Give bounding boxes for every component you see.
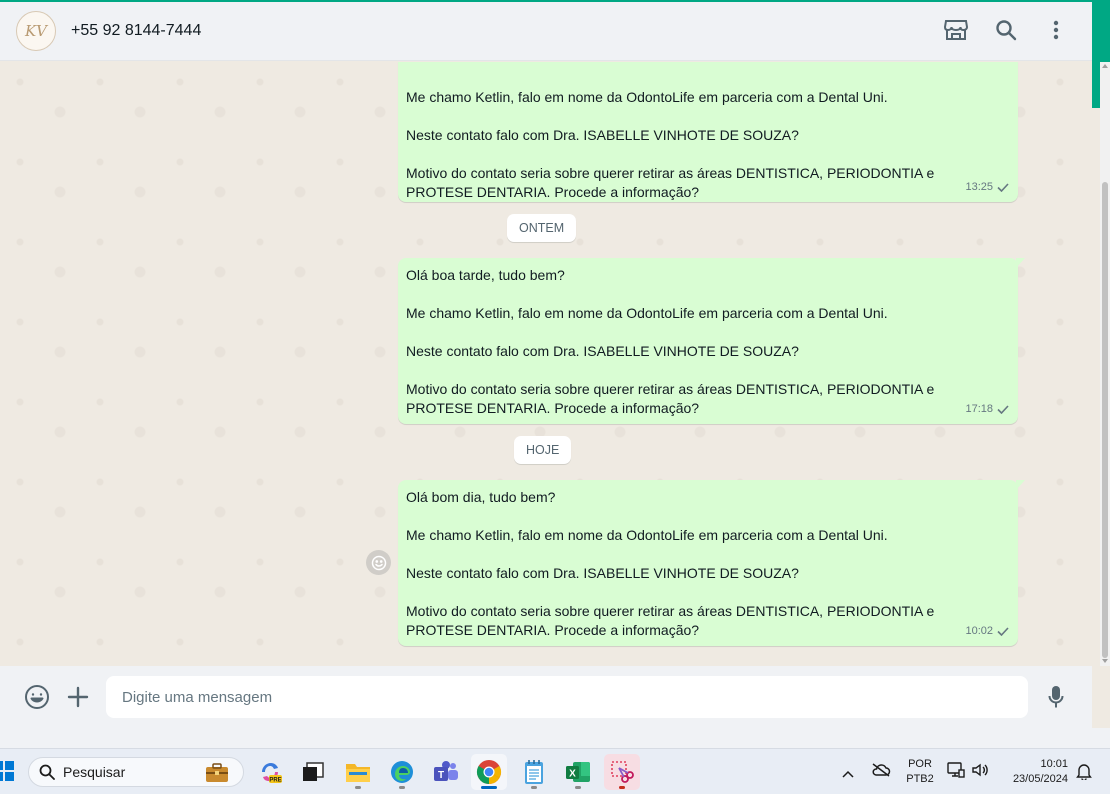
svg-text:T: T [438, 770, 444, 781]
notepad-icon[interactable] [516, 754, 552, 790]
chrome-icon[interactable] [471, 754, 507, 790]
bubble-tail [1016, 258, 1025, 268]
contact-name[interactable]: +55 92 8144-7444 [71, 22, 201, 40]
message-meta: 17:18 [965, 400, 1009, 419]
bubble-tail [1016, 480, 1025, 490]
message-meta: 10:02 [965, 622, 1009, 641]
chat-area[interactable]: Me chamo Ketlin, falo em nome da OdontoL… [0, 62, 1092, 666]
message-composer [0, 666, 1092, 728]
taskbar-search[interactable]: Pesquisar [28, 757, 244, 787]
sent-check-icon [997, 627, 1009, 636]
app-running-indicator [531, 786, 537, 789]
message-line: Motivo do contato seria sobre querer ret… [406, 381, 935, 416]
date-separator: ONTEM [507, 214, 577, 242]
app-running-indicator [399, 786, 405, 789]
chat-scrollbar[interactable] [1100, 62, 1110, 666]
message-line: Me chamo Ketlin, falo em nome da OdontoL… [406, 305, 888, 321]
svg-text:X: X [569, 769, 576, 780]
chat-header: KV +55 92 8144-7444 [0, 2, 1092, 61]
windows-taskbar: Pesquisar PRE T X POR PTB2 10:01 23/05/2… [0, 748, 1110, 794]
outgoing-message[interactable]: Me chamo Ketlin, falo em nome da OdontoL… [398, 62, 1018, 202]
scrollbar-thumb[interactable] [1102, 182, 1108, 658]
outgoing-message[interactable]: Olá boa tarde, tudo bem? Me chamo Ketlin… [398, 258, 1025, 424]
store-icon[interactable] [942, 16, 970, 44]
message-line: Neste contato falo com Dra. ISABELLE VIN… [406, 565, 799, 581]
network-icon[interactable] [947, 762, 965, 783]
edge-browser-icon[interactable] [384, 754, 420, 790]
message-line: Me chamo Ketlin, falo em nome da OdontoL… [406, 527, 888, 543]
message-time: 17:18 [965, 403, 993, 415]
keyboard-language[interactable]: POR PTB2 [905, 757, 935, 787]
message-line: Olá boa tarde, tudo bem? [406, 267, 565, 283]
message-line: Motivo do contato seria sobre querer ret… [406, 603, 935, 638]
sent-check-icon [997, 183, 1009, 192]
message-time: 10:02 [965, 625, 993, 637]
taskbar-search-label: Pesquisar [63, 764, 126, 780]
teams-icon[interactable]: T [428, 754, 464, 790]
taskbar-clock[interactable]: 10:01 23/05/2024 [1000, 757, 1070, 787]
excel-icon[interactable]: X [560, 754, 596, 790]
copilot-icon[interactable]: PRE [252, 754, 288, 790]
tray-expand-chevron-icon[interactable] [842, 765, 854, 783]
notification-bell-icon[interactable] [1076, 762, 1092, 785]
message-meta: 13:25 [965, 178, 1009, 197]
menu-dots-icon[interactable] [1042, 16, 1070, 44]
search-icon[interactable] [992, 16, 1020, 44]
emoji-icon[interactable] [22, 682, 52, 712]
app-running-indicator [575, 786, 581, 789]
scroll-up-arrow-icon[interactable] [1102, 64, 1108, 68]
keyboard-layout: PTB2 [906, 773, 934, 785]
avatar-initials: KV [24, 22, 48, 40]
onedrive-offline-icon[interactable] [871, 762, 891, 783]
message-line: Olá bom dia, tudo bem? [406, 489, 556, 505]
svg-text:PRE: PRE [269, 778, 281, 784]
windows-start-icon[interactable] [0, 761, 14, 781]
microphone-icon[interactable] [1041, 682, 1071, 712]
message-line: Me chamo Ketlin, falo em nome da OdontoL… [406, 89, 888, 105]
message-line: Motivo do contato seria sobre querer ret… [406, 165, 935, 200]
outgoing-message[interactable]: Olá bom dia, tudo bem? Me chamo Ketlin, … [398, 480, 1025, 646]
scroll-down-arrow-icon[interactable] [1102, 659, 1108, 663]
file-explorer-icon[interactable] [340, 754, 376, 790]
app-active-indicator [481, 786, 497, 789]
header-actions [942, 16, 1070, 44]
app-running-indicator [619, 786, 625, 789]
attach-plus-icon[interactable] [63, 682, 93, 712]
language-code: POR [908, 758, 932, 770]
briefcase-icon [205, 763, 229, 786]
volume-icon[interactable] [971, 762, 989, 783]
task-view-icon[interactable] [295, 754, 331, 790]
app-running-indicator [355, 786, 361, 789]
search-icon [39, 764, 55, 780]
clock-time: 10:01 [1040, 758, 1068, 770]
message-line: Neste contato falo com Dra. ISABELLE VIN… [406, 343, 799, 359]
clock-date: 23/05/2024 [1012, 773, 1068, 785]
sent-check-icon [997, 405, 1009, 414]
window-bottom-bar [0, 728, 1110, 748]
contact-avatar[interactable]: KV [16, 11, 56, 51]
reaction-emoji-icon[interactable] [366, 550, 391, 575]
snipping-tool-icon[interactable] [604, 754, 640, 790]
message-input[interactable] [106, 676, 1028, 718]
message-time: 13:25 [965, 181, 993, 193]
message-line: Neste contato falo com Dra. ISABELLE VIN… [406, 127, 799, 143]
date-separator: HOJE [514, 436, 572, 464]
